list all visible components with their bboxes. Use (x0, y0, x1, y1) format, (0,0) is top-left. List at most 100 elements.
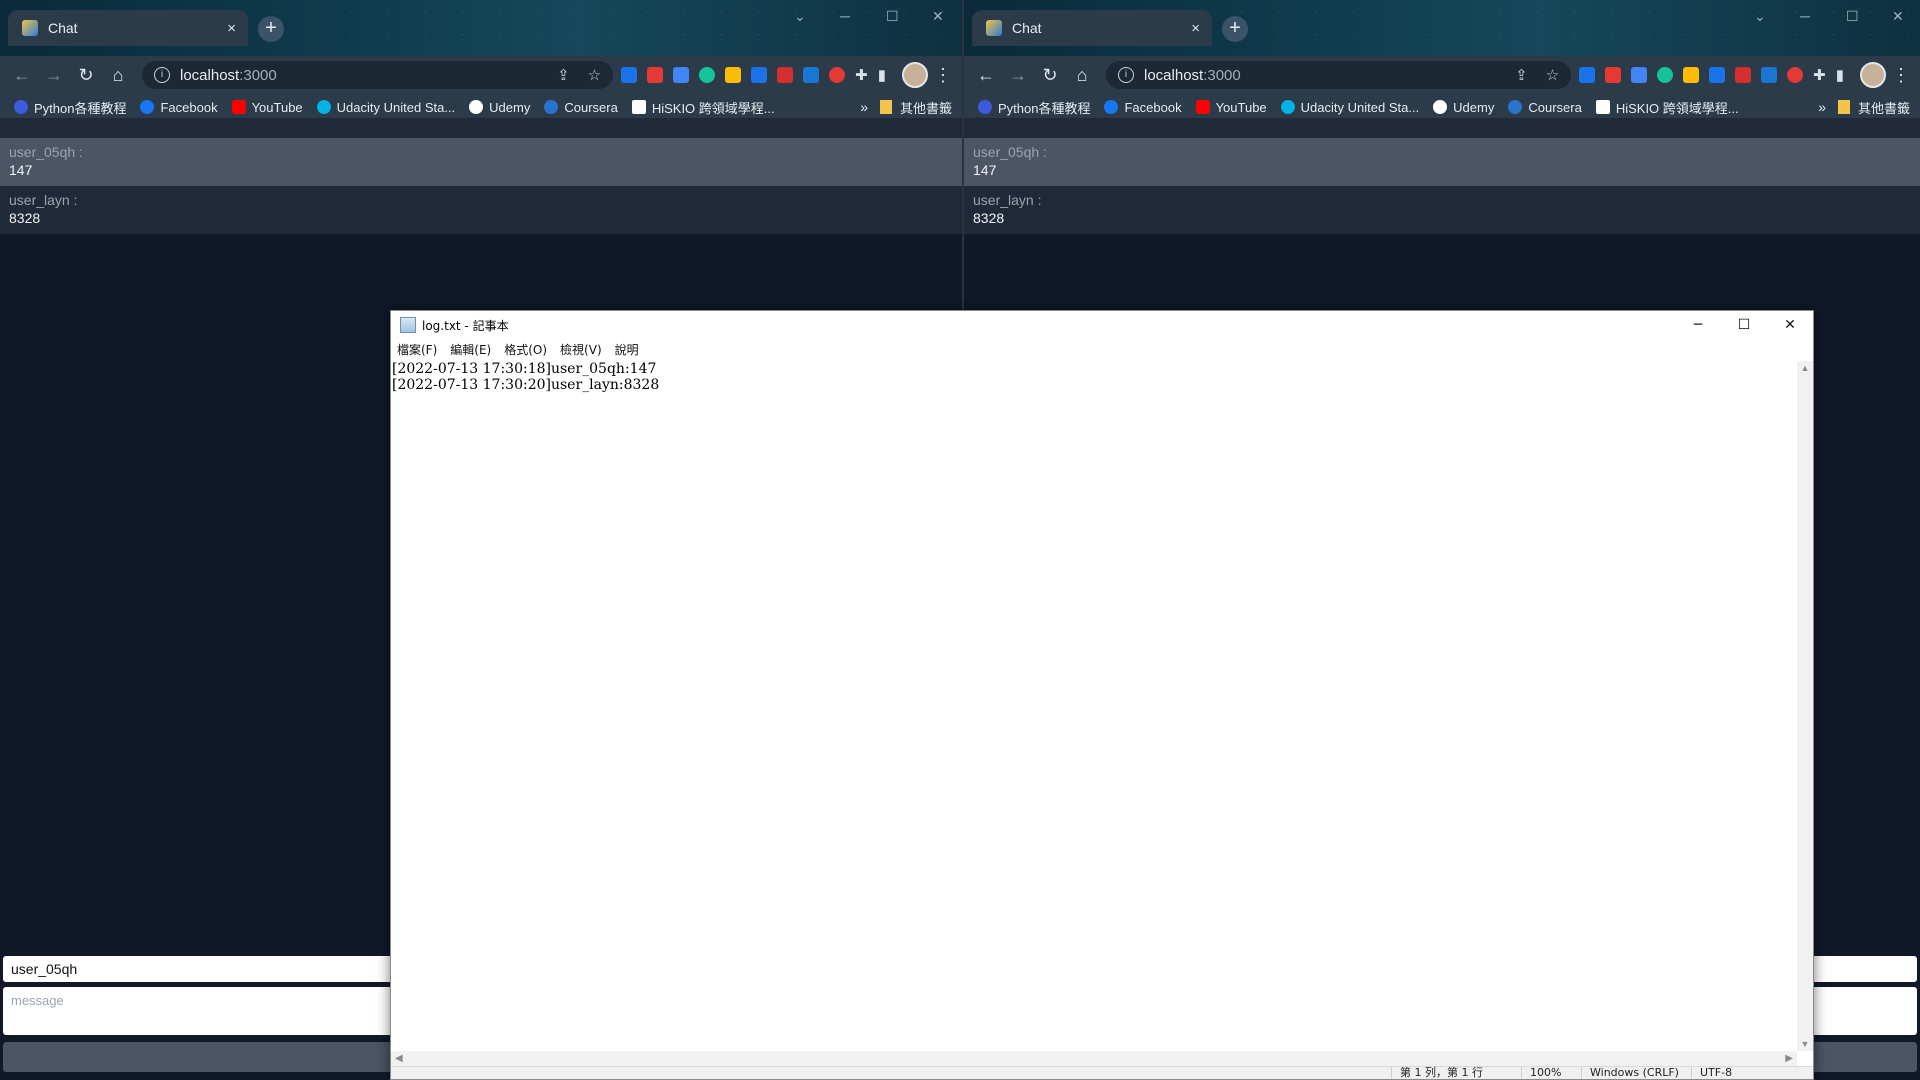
translate-extension-icon[interactable] (1631, 67, 1648, 83)
lock-extension-icon[interactable] (803, 67, 820, 83)
puzzle-extensions-icon[interactable]: ✚ (1813, 66, 1826, 84)
url-host: localhost (180, 66, 240, 84)
other-bookmarks-folder[interactable]: 其他書籤 (879, 98, 952, 117)
menu-kebab-icon[interactable]: ⋮ (934, 65, 952, 86)
hand-extension-icon[interactable] (1787, 67, 1804, 83)
menu-format[interactable]: 格式(O) (504, 341, 547, 358)
tab-search-chevron-icon[interactable]: ⌄ (1754, 8, 1766, 25)
tab-close-icon[interactable]: × (227, 20, 236, 37)
drive-extension-icon[interactable] (1683, 67, 1700, 83)
scroll-down-arrow-icon[interactable]: ▼ (1797, 1039, 1813, 1049)
side-panel-icon[interactable]: ▮ (1836, 66, 1844, 84)
red-extension-icon[interactable] (647, 67, 664, 83)
reload-icon[interactable]: ↻ (1034, 65, 1066, 86)
home-icon[interactable]: ⌂ (102, 65, 134, 86)
side-panel-icon[interactable]: ▮ (878, 66, 886, 84)
horizontal-scrollbar[interactable]: ◀ ▶ (391, 1051, 1797, 1067)
bookmark-python[interactable]: Python各種教程 (14, 98, 126, 117)
minimize-icon[interactable]: ─ (840, 8, 850, 24)
scroll-left-arrow-icon[interactable]: ◀ (395, 1053, 403, 1064)
blue-extension-icon[interactable] (751, 67, 768, 83)
close-window-icon[interactable]: ✕ (932, 8, 944, 25)
cloud-extension-icon[interactable] (621, 67, 638, 83)
bookmark-star-icon[interactable]: ☆ (1546, 66, 1559, 84)
menu-edit[interactable]: 編輯(E) (450, 341, 491, 358)
bookmark-youtube[interactable]: YouTube (1195, 100, 1267, 115)
vertical-scrollbar[interactable]: ▲ ▼ (1797, 361, 1813, 1051)
new-tab-button[interactable]: + (1222, 16, 1248, 42)
back-arrow-icon[interactable]: ← (970, 65, 1002, 86)
message-text: 147 (973, 162, 997, 178)
share-icon[interactable]: ⇪ (557, 66, 570, 84)
maximize-icon[interactable]: ☐ (1721, 317, 1767, 333)
hand-extension-icon[interactable] (829, 67, 846, 83)
site-info-icon[interactable]: i (1118, 67, 1134, 83)
profile-avatar[interactable] (902, 62, 928, 88)
bookmark-coursera[interactable]: Coursera (1508, 100, 1582, 115)
bookmark-facebook[interactable]: Facebook (1104, 100, 1182, 115)
tab-chat[interactable]: Chat × (8, 10, 248, 46)
blue-extension-icon[interactable] (1709, 67, 1726, 83)
notepad-text-area[interactable]: [2022-07-13 17:30:18]user_05qh:147 [2022… (391, 361, 1797, 1051)
menu-help[interactable]: 說明 (615, 341, 639, 358)
bookmarks-more-icon[interactable]: » (1818, 99, 1826, 115)
back-arrow-icon[interactable]: ← (6, 65, 38, 86)
menu-file[interactable]: 檔案(F) (397, 341, 437, 358)
minimize-icon[interactable]: ─ (1800, 8, 1810, 24)
menu-view[interactable]: 檢視(V) (560, 341, 602, 358)
puzzle-extensions-icon[interactable]: ✚ (855, 66, 868, 84)
youtube-icon (231, 100, 246, 114)
scroll-up-arrow-icon[interactable]: ▲ (1797, 363, 1813, 373)
share-icon[interactable]: ⇪ (1515, 66, 1528, 84)
minimize-icon[interactable]: ─ (1675, 317, 1721, 333)
pdf-extension-icon[interactable] (1735, 67, 1752, 83)
menu-kebab-icon[interactable]: ⋮ (1892, 65, 1910, 86)
cloud-extension-icon[interactable] (1579, 67, 1596, 83)
maximize-icon[interactable]: ☐ (1846, 8, 1859, 25)
bookmarks-more-icon[interactable]: » (860, 99, 868, 115)
scroll-right-arrow-icon[interactable]: ▶ (1785, 1053, 1793, 1064)
bookmark-hiskio[interactable]: HiSKIO 跨領域學程... (631, 98, 775, 117)
chat-favicon-icon (986, 20, 1002, 36)
bookmark-star-icon[interactable]: ☆ (588, 66, 601, 84)
maximize-icon[interactable]: ☐ (886, 8, 899, 25)
close-window-icon[interactable]: ✕ (1892, 8, 1904, 25)
udacity-icon (316, 100, 331, 114)
hiskio-icon (1595, 100, 1610, 114)
tab-chat[interactable]: Chat × (972, 10, 1212, 46)
lock-extension-icon[interactable] (1761, 67, 1778, 83)
bookmark-udacity[interactable]: Udacity United Sta... (316, 100, 455, 115)
home-icon[interactable]: ⌂ (1066, 65, 1098, 86)
bookmark-udemy[interactable]: Udemy (469, 100, 530, 115)
profile-avatar[interactable] (1860, 62, 1886, 88)
bookmark-youtube[interactable]: YouTube (231, 100, 303, 115)
bookmark-facebook[interactable]: Facebook (140, 100, 218, 115)
red-extension-icon[interactable] (1605, 67, 1622, 83)
other-bookmarks-folder[interactable]: 其他書籤 (1837, 98, 1910, 117)
bookmark-hiskio[interactable]: HiSKIO 跨領域學程... (1595, 98, 1739, 117)
bookmark-python[interactable]: Python各種教程 (978, 98, 1090, 117)
notepad-window-controls: ─ ☐ ✕ (1675, 317, 1813, 333)
pdf-extension-icon[interactable] (777, 67, 794, 83)
bookmark-udemy[interactable]: Udemy (1433, 100, 1494, 115)
message-user: user_layn : (973, 192, 1042, 208)
new-tab-button[interactable]: + (258, 16, 284, 42)
extensions-area: ✚ ▮ (1579, 66, 1844, 84)
grammarly-extension-icon[interactable] (1657, 67, 1674, 83)
tab-title: Chat (48, 20, 78, 36)
reload-icon[interactable]: ↻ (70, 65, 102, 86)
tab-search-chevron-icon[interactable]: ⌄ (794, 8, 806, 25)
forward-arrow-icon[interactable]: → (38, 65, 70, 86)
bookmark-udacity[interactable]: Udacity United Sta... (1280, 100, 1419, 115)
forward-arrow-icon[interactable]: → (1002, 65, 1034, 86)
address-bar[interactable]: i localhost:3000 ⇪ ☆ (142, 61, 614, 89)
address-bar[interactable]: i localhost:3000 ⇪ ☆ (1106, 61, 1572, 89)
udacity-icon (1280, 100, 1295, 114)
tab-close-icon[interactable]: × (1191, 20, 1200, 37)
close-icon[interactable]: ✕ (1767, 317, 1813, 333)
site-info-icon[interactable]: i (154, 67, 170, 83)
grammarly-extension-icon[interactable] (699, 67, 716, 83)
bookmark-coursera[interactable]: Coursera (544, 100, 618, 115)
translate-extension-icon[interactable] (673, 67, 690, 83)
drive-extension-icon[interactable] (725, 67, 742, 83)
